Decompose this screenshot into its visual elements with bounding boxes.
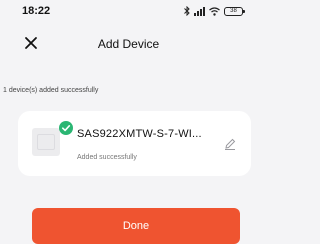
device-status: Added successfully	[77, 154, 137, 161]
wifi-icon	[209, 6, 220, 16]
success-message: 1 device(s) added successfully	[3, 87, 99, 94]
check-circle-icon	[59, 121, 73, 135]
device-name: SAS922XMTW-S-7-WI...	[77, 128, 202, 140]
switch-icon	[37, 134, 55, 150]
signal-icon	[194, 6, 205, 16]
device-card[interactable]: SAS922XMTW-S-7-WI... Added successfully	[18, 111, 251, 176]
header: Add Device	[0, 28, 257, 58]
page-title: Add Device	[97, 37, 160, 51]
status-bar: 18:22 38	[0, 0, 257, 24]
status-icons: 38	[184, 6, 245, 16]
done-button[interactable]: Done	[32, 208, 240, 244]
status-time: 18:22	[22, 5, 51, 17]
battery-icon: 38	[224, 6, 245, 16]
bluetooth-icon	[184, 6, 190, 16]
device-image	[32, 128, 60, 156]
pencil-icon[interactable]	[223, 137, 237, 151]
